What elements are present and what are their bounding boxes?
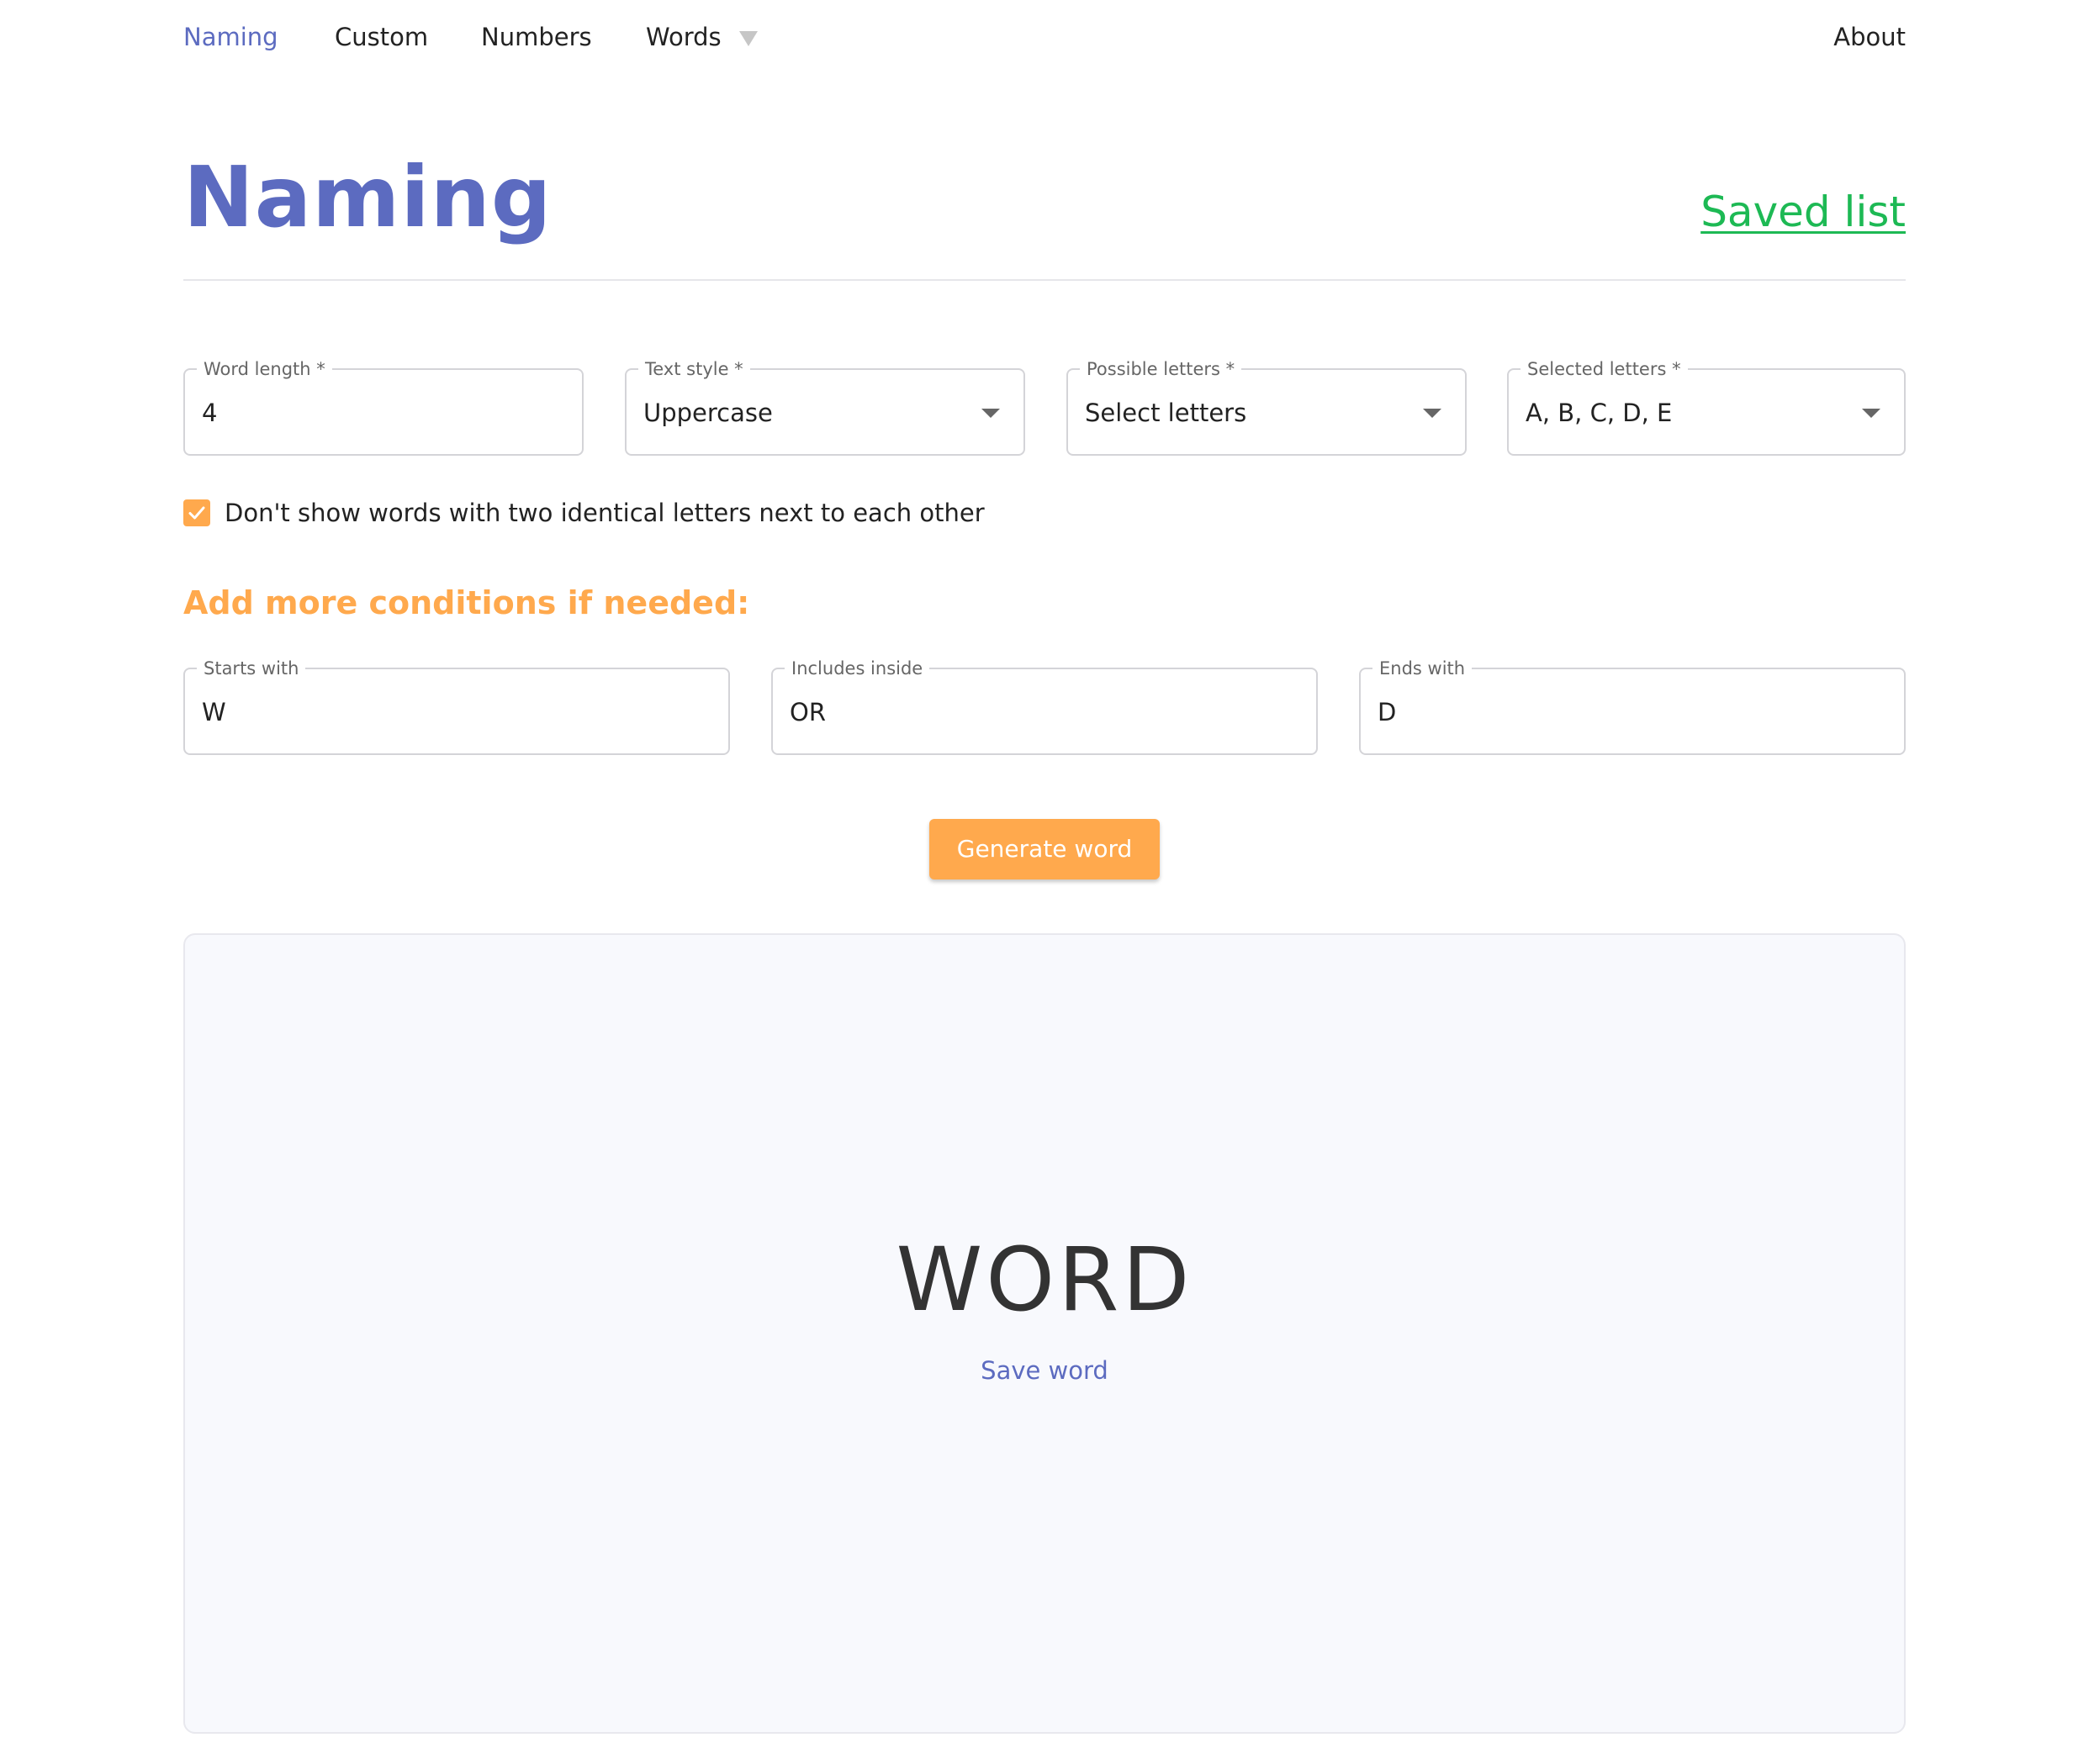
page: Naming Custom Numbers Words About Naming… [0, 0, 2089, 1764]
saved-list-link[interactable]: Saved list [1700, 187, 1906, 237]
nav-item-custom[interactable]: Custom [335, 20, 428, 54]
nav-item-numbers[interactable]: Numbers [481, 20, 592, 54]
selected-letters-label: Selected letters * [1520, 358, 1688, 380]
dropdown-arrow-icon[interactable] [1862, 409, 1880, 418]
result-panel: WORD Save word [183, 933, 1906, 1734]
checkmark-icon [188, 506, 205, 520]
conditions-heading: Add more conditions if needed: [183, 584, 750, 621]
word-length-value[interactable]: 4 [202, 398, 217, 428]
header-divider [183, 279, 1906, 281]
save-word-link[interactable]: Save word [185, 1354, 1904, 1387]
ends-with-field[interactable]: Ends with D [1359, 658, 1906, 755]
word-length-field[interactable]: Word length * 4 [183, 358, 584, 456]
possible-letters-label: Possible letters * [1080, 358, 1242, 380]
top-nav: Naming Custom Numbers Words About [0, 0, 2089, 76]
text-style-label: Text style * [638, 358, 750, 380]
page-title: Naming [183, 148, 553, 246]
includes-inside-field[interactable]: Includes inside OR [771, 658, 1318, 755]
starts-with-label: Starts with [197, 658, 306, 679]
generated-word: WORD [896, 1228, 1193, 1331]
text-style-value[interactable]: Uppercase [643, 398, 773, 428]
starts-with-value[interactable]: W [202, 697, 226, 727]
word-length-label: Word length * [197, 358, 332, 380]
generate-word-button[interactable]: Generate word [929, 819, 1160, 879]
no-double-letters-label[interactable]: Don't show words with two identical lett… [225, 498, 985, 528]
no-double-letters-checkbox[interactable] [183, 499, 210, 526]
starts-with-field[interactable]: Starts with W [183, 658, 730, 755]
text-style-select[interactable]: Text style * Uppercase [625, 358, 1025, 456]
nav-item-naming[interactable]: Naming [183, 20, 278, 54]
nav-item-about[interactable]: About [1833, 20, 1906, 54]
ends-with-label: Ends with [1372, 658, 1473, 679]
possible-letters-select[interactable]: Possible letters * Select letters [1066, 358, 1467, 456]
includes-inside-label: Includes inside [785, 658, 930, 679]
chevron-down-icon[interactable] [739, 31, 758, 46]
dropdown-arrow-icon[interactable] [981, 409, 1000, 418]
dropdown-arrow-icon[interactable] [1423, 409, 1441, 418]
nav-item-words[interactable]: Words [646, 20, 722, 54]
includes-inside-value[interactable]: OR [790, 697, 826, 727]
ends-with-value[interactable]: D [1378, 697, 1396, 727]
selected-letters-select[interactable]: Selected letters * A, B, C, D, E [1507, 358, 1906, 456]
possible-letters-value[interactable]: Select letters [1085, 398, 1246, 428]
selected-letters-value[interactable]: A, B, C, D, E [1526, 398, 1672, 428]
